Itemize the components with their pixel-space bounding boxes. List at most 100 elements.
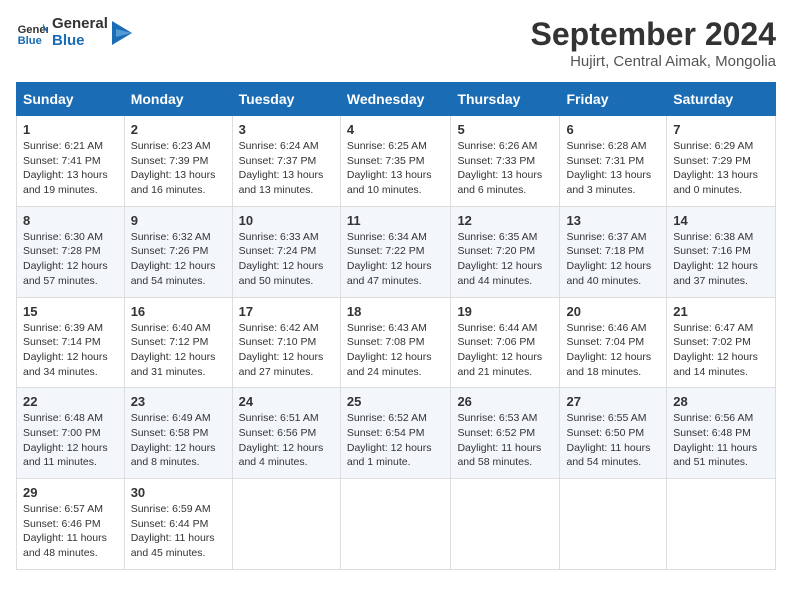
calendar-cell: 5 Sunrise: 6:26 AMSunset: 7:33 PMDayligh… <box>451 116 560 207</box>
calendar-cell: 7 Sunrise: 6:29 AMSunset: 7:29 PMDayligh… <box>667 116 776 207</box>
calendar-cell <box>451 479 560 570</box>
calendar-cell: 29 Sunrise: 6:57 AMSunset: 6:46 PMDaylig… <box>17 479 125 570</box>
day-number: 22 <box>23 394 118 409</box>
logo-icon: General Blue <box>16 17 48 49</box>
calendar-cell: 10 Sunrise: 6:33 AMSunset: 7:24 PMDaylig… <box>232 206 340 297</box>
day-number: 21 <box>673 304 769 319</box>
week-row-2: 8 Sunrise: 6:30 AMSunset: 7:28 PMDayligh… <box>17 206 776 297</box>
cell-content: Sunrise: 6:29 AMSunset: 7:29 PMDaylight:… <box>673 139 769 198</box>
calendar-cell: 26 Sunrise: 6:53 AMSunset: 6:52 PMDaylig… <box>451 388 560 479</box>
calendar-cell <box>232 479 340 570</box>
day-number: 8 <box>23 213 118 228</box>
calendar-cell: 23 Sunrise: 6:49 AMSunset: 6:58 PMDaylig… <box>124 388 232 479</box>
logo-blue-text: Blue <box>52 33 108 50</box>
day-number: 3 <box>239 122 334 137</box>
cell-content: Sunrise: 6:37 AMSunset: 7:18 PMDaylight:… <box>566 230 660 289</box>
calendar-cell: 17 Sunrise: 6:42 AMSunset: 7:10 PMDaylig… <box>232 297 340 388</box>
day-header-wednesday: Wednesday <box>340 83 451 116</box>
cell-content: Sunrise: 6:34 AMSunset: 7:22 PMDaylight:… <box>347 230 445 289</box>
day-number: 7 <box>673 122 769 137</box>
day-number: 27 <box>566 394 660 409</box>
cell-content: Sunrise: 6:59 AMSunset: 6:44 PMDaylight:… <box>131 502 226 561</box>
day-number: 15 <box>23 304 118 319</box>
cell-content: Sunrise: 6:43 AMSunset: 7:08 PMDaylight:… <box>347 321 445 380</box>
day-number: 14 <box>673 213 769 228</box>
day-number: 9 <box>131 213 226 228</box>
day-number: 12 <box>457 213 553 228</box>
cell-content: Sunrise: 6:42 AMSunset: 7:10 PMDaylight:… <box>239 321 334 380</box>
cell-content: Sunrise: 6:24 AMSunset: 7:37 PMDaylight:… <box>239 139 334 198</box>
cell-content: Sunrise: 6:51 AMSunset: 6:56 PMDaylight:… <box>239 411 334 470</box>
day-number: 18 <box>347 304 445 319</box>
cell-content: Sunrise: 6:48 AMSunset: 7:00 PMDaylight:… <box>23 411 118 470</box>
calendar-cell: 22 Sunrise: 6:48 AMSunset: 7:00 PMDaylig… <box>17 388 125 479</box>
calendar-cell: 14 Sunrise: 6:38 AMSunset: 7:16 PMDaylig… <box>667 206 776 297</box>
logo: General Blue General Blue <box>16 16 136 49</box>
calendar-cell: 11 Sunrise: 6:34 AMSunset: 7:22 PMDaylig… <box>340 206 451 297</box>
location-subtitle: Hujirt, Central Aimak, Mongolia <box>531 53 776 70</box>
day-header-tuesday: Tuesday <box>232 83 340 116</box>
calendar-cell: 20 Sunrise: 6:46 AMSunset: 7:04 PMDaylig… <box>560 297 667 388</box>
calendar-cell: 1 Sunrise: 6:21 AMSunset: 7:41 PMDayligh… <box>17 116 125 207</box>
day-number: 19 <box>457 304 553 319</box>
week-row-4: 22 Sunrise: 6:48 AMSunset: 7:00 PMDaylig… <box>17 388 776 479</box>
week-row-1: 1 Sunrise: 6:21 AMSunset: 7:41 PMDayligh… <box>17 116 776 207</box>
calendar-cell: 15 Sunrise: 6:39 AMSunset: 7:14 PMDaylig… <box>17 297 125 388</box>
calendar-cell: 27 Sunrise: 6:55 AMSunset: 6:50 PMDaylig… <box>560 388 667 479</box>
svg-text:Blue: Blue <box>18 35 42 47</box>
calendar-cell: 21 Sunrise: 6:47 AMSunset: 7:02 PMDaylig… <box>667 297 776 388</box>
day-number: 24 <box>239 394 334 409</box>
cell-content: Sunrise: 6:49 AMSunset: 6:58 PMDaylight:… <box>131 411 226 470</box>
cell-content: Sunrise: 6:46 AMSunset: 7:04 PMDaylight:… <box>566 321 660 380</box>
day-number: 5 <box>457 122 553 137</box>
month-title: September 2024 <box>531 16 776 53</box>
day-number: 26 <box>457 394 553 409</box>
title-block: September 2024 Hujirt, Central Aimak, Mo… <box>531 16 776 70</box>
logo-general-text: General <box>52 16 108 33</box>
day-number: 17 <box>239 304 334 319</box>
cell-content: Sunrise: 6:47 AMSunset: 7:02 PMDaylight:… <box>673 321 769 380</box>
calendar-cell: 9 Sunrise: 6:32 AMSunset: 7:26 PMDayligh… <box>124 206 232 297</box>
calendar-cell <box>560 479 667 570</box>
logo-arrow-icon <box>112 21 136 45</box>
calendar-table: SundayMondayTuesdayWednesdayThursdayFrid… <box>16 82 776 570</box>
calendar-cell: 4 Sunrise: 6:25 AMSunset: 7:35 PMDayligh… <box>340 116 451 207</box>
calendar-cell: 19 Sunrise: 6:44 AMSunset: 7:06 PMDaylig… <box>451 297 560 388</box>
day-header-monday: Monday <box>124 83 232 116</box>
day-number: 20 <box>566 304 660 319</box>
day-number: 23 <box>131 394 226 409</box>
cell-content: Sunrise: 6:32 AMSunset: 7:26 PMDaylight:… <box>131 230 226 289</box>
page-header: General Blue General Blue September 2024… <box>16 16 776 70</box>
calendar-cell <box>340 479 451 570</box>
cell-content: Sunrise: 6:55 AMSunset: 6:50 PMDaylight:… <box>566 411 660 470</box>
cell-content: Sunrise: 6:33 AMSunset: 7:24 PMDaylight:… <box>239 230 334 289</box>
day-number: 11 <box>347 213 445 228</box>
calendar-cell: 2 Sunrise: 6:23 AMSunset: 7:39 PMDayligh… <box>124 116 232 207</box>
cell-content: Sunrise: 6:26 AMSunset: 7:33 PMDaylight:… <box>457 139 553 198</box>
day-header-saturday: Saturday <box>667 83 776 116</box>
calendar-cell: 12 Sunrise: 6:35 AMSunset: 7:20 PMDaylig… <box>451 206 560 297</box>
week-row-5: 29 Sunrise: 6:57 AMSunset: 6:46 PMDaylig… <box>17 479 776 570</box>
day-number: 4 <box>347 122 445 137</box>
day-header-friday: Friday <box>560 83 667 116</box>
cell-content: Sunrise: 6:23 AMSunset: 7:39 PMDaylight:… <box>131 139 226 198</box>
day-number: 10 <box>239 213 334 228</box>
cell-content: Sunrise: 6:30 AMSunset: 7:28 PMDaylight:… <box>23 230 118 289</box>
cell-content: Sunrise: 6:28 AMSunset: 7:31 PMDaylight:… <box>566 139 660 198</box>
calendar-cell: 3 Sunrise: 6:24 AMSunset: 7:37 PMDayligh… <box>232 116 340 207</box>
day-number: 30 <box>131 485 226 500</box>
calendar-cell: 25 Sunrise: 6:52 AMSunset: 6:54 PMDaylig… <box>340 388 451 479</box>
cell-content: Sunrise: 6:52 AMSunset: 6:54 PMDaylight:… <box>347 411 445 470</box>
days-header-row: SundayMondayTuesdayWednesdayThursdayFrid… <box>17 83 776 116</box>
cell-content: Sunrise: 6:53 AMSunset: 6:52 PMDaylight:… <box>457 411 553 470</box>
day-number: 13 <box>566 213 660 228</box>
cell-content: Sunrise: 6:21 AMSunset: 7:41 PMDaylight:… <box>23 139 118 198</box>
day-number: 25 <box>347 394 445 409</box>
cell-content: Sunrise: 6:56 AMSunset: 6:48 PMDaylight:… <box>673 411 769 470</box>
calendar-cell: 28 Sunrise: 6:56 AMSunset: 6:48 PMDaylig… <box>667 388 776 479</box>
calendar-cell: 16 Sunrise: 6:40 AMSunset: 7:12 PMDaylig… <box>124 297 232 388</box>
day-number: 16 <box>131 304 226 319</box>
calendar-cell: 24 Sunrise: 6:51 AMSunset: 6:56 PMDaylig… <box>232 388 340 479</box>
cell-content: Sunrise: 6:40 AMSunset: 7:12 PMDaylight:… <box>131 321 226 380</box>
day-number: 29 <box>23 485 118 500</box>
